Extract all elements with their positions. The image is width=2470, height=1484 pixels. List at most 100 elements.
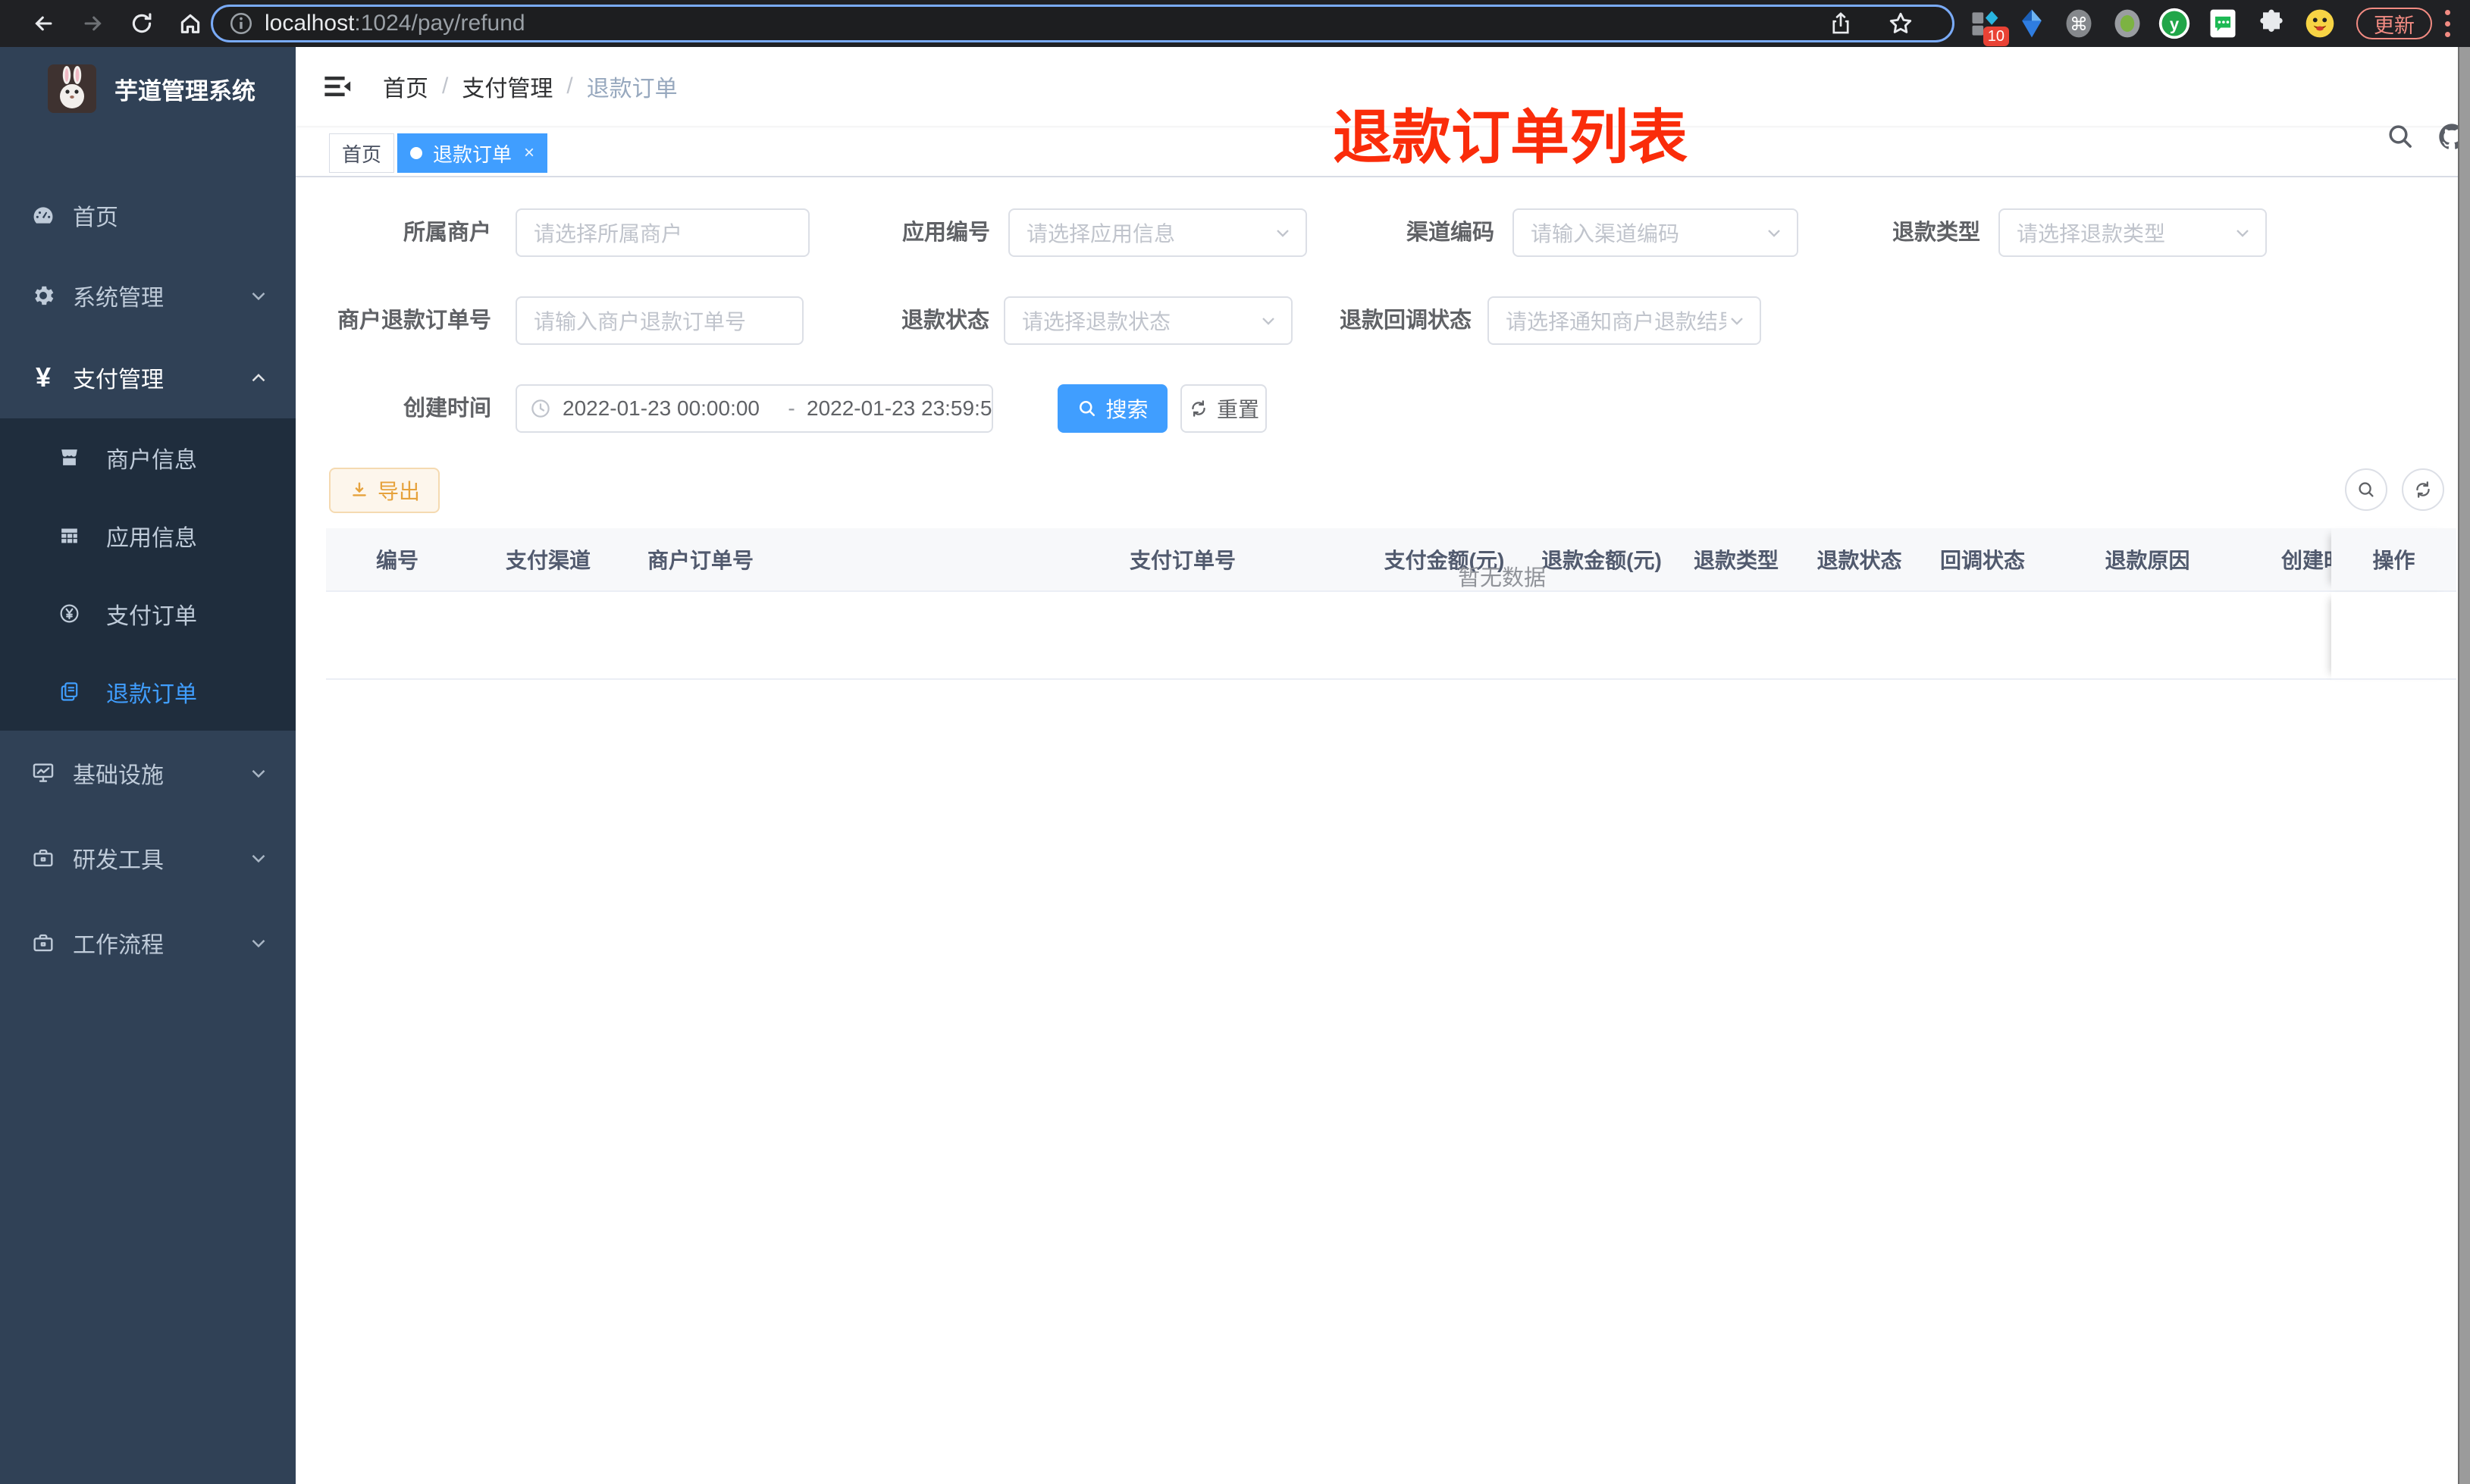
extension-blue-diamond-icon[interactable]: 10 xyxy=(1968,7,2009,46)
chevron-down-icon xyxy=(247,847,270,869)
filter-label-create-time: 创建时间 xyxy=(403,396,491,421)
sidebar-item-9[interactable]: 研发工具 xyxy=(0,816,296,900)
browser-forward-icon[interactable] xyxy=(76,6,111,41)
filter-input-1[interactable]: 请选择所属商户 xyxy=(516,208,810,257)
sidebar-item-label: 退款订单 xyxy=(106,681,197,707)
toggle-search-button[interactable] xyxy=(2345,468,2387,511)
column-header-3: 商户订单号 xyxy=(647,549,754,572)
date-range-end[interactable]: 2022-01-23 23:59:59 xyxy=(807,396,992,421)
breadcrumb-item-2[interactable]: 支付管理 xyxy=(462,70,553,103)
search-button[interactable]: 搜索 xyxy=(1058,384,1168,433)
filter-label-1: 所属商户 xyxy=(403,221,491,245)
sidebar-item-label: 支付订单 xyxy=(106,603,197,629)
address-bar[interactable]: localhost:1024/pay/refund xyxy=(211,5,1954,42)
browser-back-icon[interactable] xyxy=(26,6,61,41)
sidebar-item-3[interactable]: ¥ 支付管理 xyxy=(0,337,296,418)
app-title: 芋道管理系统 xyxy=(114,77,255,105)
breadcrumb-item-3: 退款订单 xyxy=(586,77,678,102)
filter-select-7[interactable]: 请选择通知商户退款结果的 xyxy=(1487,296,1761,345)
yen-icon: ¥ xyxy=(35,362,52,393)
empty-cell xyxy=(1357,592,1531,680)
svg-text:⌘: ⌘ xyxy=(2070,14,2088,35)
placeholder-text: 请输入商户退款订单号 xyxy=(534,310,747,333)
empty-cell xyxy=(1918,592,2047,680)
browser-reload-icon[interactable] xyxy=(124,6,159,41)
extensions-puzzle-icon[interactable] xyxy=(2255,7,2288,40)
browser-menu-icon[interactable] xyxy=(2443,10,2452,37)
extension-y-circle-icon[interactable]: y xyxy=(2158,7,2191,40)
empty-cell xyxy=(2248,592,2331,680)
sidebar-item-2[interactable]: 系统管理 xyxy=(0,255,296,337)
filter-label-6: 退款状态 xyxy=(901,308,989,333)
tab-1[interactable]: 首页 xyxy=(329,133,395,173)
empty-cell xyxy=(2331,592,2456,680)
tab-2[interactable]: 退款订单 × xyxy=(397,133,548,173)
sidebar-item-label: 研发工具 xyxy=(73,848,164,873)
url-text[interactable]: localhost:1024/pay/refund xyxy=(265,11,525,36)
empty-cell xyxy=(326,592,469,680)
chevron-down-icon xyxy=(247,762,270,784)
column-header-2: 支付渠道 xyxy=(505,549,591,572)
browser-toolbar: localhost:1024/pay/refund 10 ⌘ y 更新 xyxy=(0,0,2470,47)
sidebar-item-7[interactable]: 退款订单 xyxy=(0,653,296,731)
extension-green-dot-icon[interactable] xyxy=(2111,7,2144,40)
sidebar-item-label: 商户信息 xyxy=(106,447,197,473)
filter-input-5[interactable]: 请输入商户退款订单号 xyxy=(516,296,804,345)
sidebar-item-label: 系统管理 xyxy=(73,286,164,311)
bookmark-star-icon[interactable] xyxy=(1887,7,1914,40)
chevron-down-icon xyxy=(247,931,270,954)
filter-select-3[interactable]: 请输入渠道编码 xyxy=(1512,208,1798,257)
placeholder-text: 请选择所属商户 xyxy=(534,222,683,246)
chevron-down-icon xyxy=(2232,222,2253,243)
tab-label: 首页 xyxy=(342,142,382,166)
clock-icon xyxy=(531,399,550,418)
sidebar-item-6[interactable]: 支付订单 xyxy=(0,575,296,653)
sidebar-item-4[interactable]: 商户信息 xyxy=(0,418,296,496)
page-scrollbar[interactable] xyxy=(2458,47,2470,1484)
filter-label-5: 商户退款订单号 xyxy=(337,308,491,333)
extension-command-icon[interactable]: ⌘ xyxy=(2062,7,2095,40)
sidebar-item-5[interactable]: 应用信息 xyxy=(0,496,296,575)
sidebar-item-label: 支付管理 xyxy=(73,368,164,393)
column-header-7: 退款类型 xyxy=(1693,549,1779,572)
refresh-list-button[interactable] xyxy=(2402,468,2444,511)
breadcrumb-separator: / xyxy=(566,74,573,99)
app-logo-row[interactable]: 芋道管理系统 xyxy=(0,47,296,130)
share-icon[interactable] xyxy=(1828,7,1854,40)
chevron-down-icon xyxy=(1726,310,1747,331)
refresh-icon xyxy=(1192,400,1205,417)
breadcrumb-item-1[interactable]: 首页 xyxy=(383,70,428,103)
breadcrumb-separator: / xyxy=(442,74,449,99)
create-time-range-picker[interactable]: 2022-01-23 00:00:00 - 2022-01-23 23:59:5… xyxy=(516,384,993,433)
tab-close-icon[interactable]: × xyxy=(524,144,534,162)
header-search-icon[interactable] xyxy=(2382,118,2418,155)
sidebar-item-10[interactable]: 工作流程 xyxy=(0,900,296,985)
sidebar-item-8[interactable]: 基础设施 xyxy=(0,731,296,816)
extension-emoji-icon[interactable] xyxy=(2303,7,2337,40)
column-header-8: 退款状态 xyxy=(1816,549,1902,572)
sidebar-collapse-icon[interactable] xyxy=(321,70,353,102)
date-range-start[interactable]: 2022-01-23 00:00:00 xyxy=(563,396,776,421)
dashboard-icon xyxy=(30,202,56,228)
download-icon xyxy=(353,482,366,496)
empty-cell xyxy=(1008,592,1357,680)
refund-table: 编号 支付渠道 商户订单号 支付订单号 支付金额(元) 退款金额(元) 退款类型 退款状态 回调… xyxy=(326,528,2456,680)
sidebar-item-1[interactable]: 首页 xyxy=(0,176,296,255)
export-button[interactable]: 导出 xyxy=(329,468,440,513)
browser-home-icon[interactable] xyxy=(173,6,208,41)
pay-order-icon xyxy=(58,602,81,625)
placeholder-text: 请输入渠道编码 xyxy=(1531,222,1680,246)
column-header-12: 操作 xyxy=(2331,528,2456,590)
filter-select-4[interactable]: 请选择退款类型 xyxy=(1998,208,2267,257)
search-icon xyxy=(1080,400,1096,417)
column-header-4: 支付订单号 xyxy=(1129,549,1236,572)
empty-cell xyxy=(1672,592,1801,680)
extension-kite-icon[interactable] xyxy=(2015,7,2048,40)
placeholder-text: 请选择通知商户退款结果的 xyxy=(1506,310,1726,333)
browser-update-button[interactable]: 更新 xyxy=(2356,8,2432,39)
reset-button[interactable]: 重置 xyxy=(1180,384,1267,433)
site-info-icon[interactable] xyxy=(228,11,254,36)
gear-icon xyxy=(30,283,56,308)
extension-chat-icon[interactable] xyxy=(2206,7,2240,40)
placeholder-text: 请选择应用信息 xyxy=(1027,222,1176,246)
